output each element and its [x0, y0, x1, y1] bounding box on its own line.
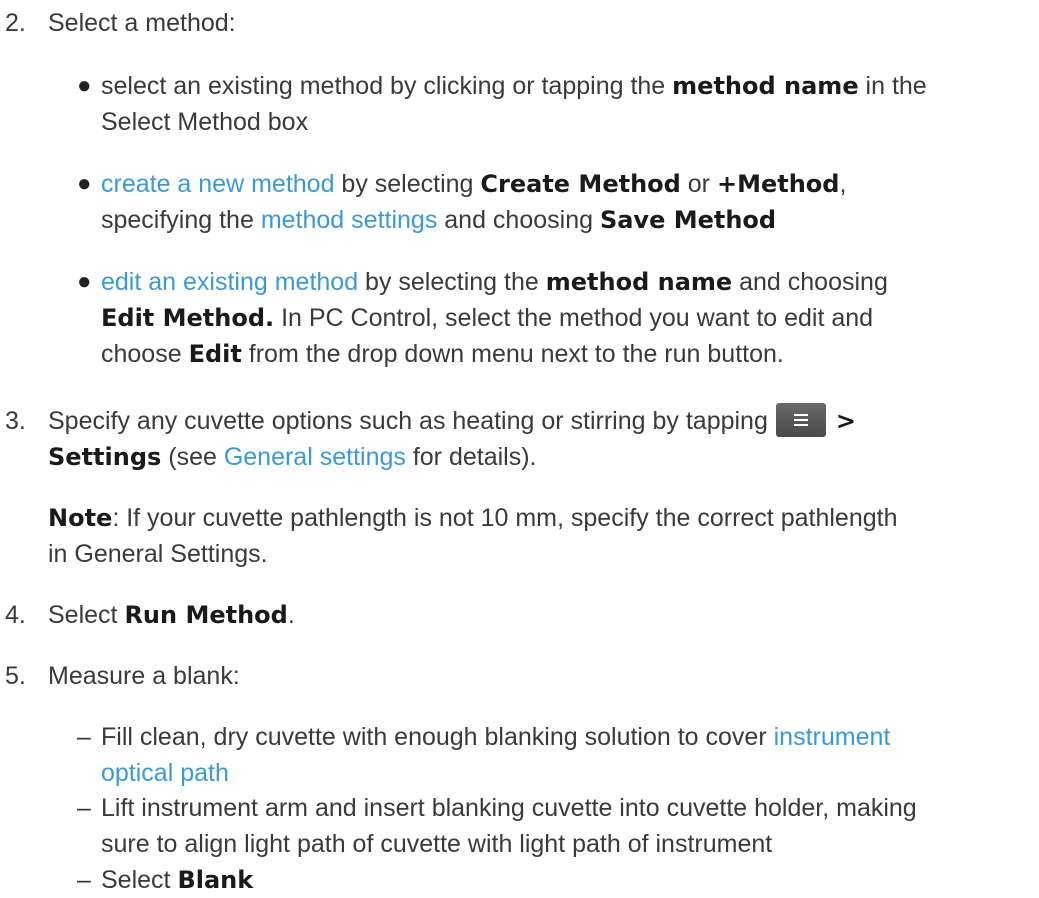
create-method-link[interactable]: create a new method: [101, 170, 334, 198]
bold-term: +Method: [716, 170, 840, 198]
note-label: Note: [48, 504, 113, 532]
text: (see: [161, 443, 224, 471]
text: ,: [839, 170, 847, 198]
note-line2: in General Settings.: [48, 540, 268, 568]
bullet-text: create a new method by selecting Create …: [101, 166, 846, 202]
dash-text-line2: sure to align light path of cuvette with…: [101, 830, 773, 858]
text: specifying the: [101, 206, 261, 234]
general-settings-link[interactable]: General settings: [224, 443, 406, 471]
step-number: 5.: [5, 662, 26, 690]
dash-icon: –: [77, 794, 91, 822]
text: .: [287, 601, 295, 629]
dash-text: Lift instrument arm and insert blanking …: [101, 794, 917, 822]
text: and choosing: [437, 206, 600, 234]
text: Select: [48, 601, 125, 629]
bold-term: method name: [545, 268, 733, 296]
note: Note: If your cuvette pathlength is not …: [48, 500, 897, 536]
text: Fill clean, dry cuvette with enough blan…: [101, 723, 774, 751]
bold-term: Blank: [177, 866, 254, 894]
step-number: 2.: [5, 9, 26, 37]
bold-term: Settings: [48, 443, 162, 471]
bullet-text: edit an existing method by selecting the…: [101, 264, 888, 300]
bullet-text-line2: Edit Method. In PC Control, select the m…: [101, 300, 873, 336]
bold-term: method name: [672, 72, 859, 100]
bold-term: Create Method: [480, 170, 681, 198]
dash-text: Select Blank: [101, 862, 253, 898]
step-text: Select Run Method.: [48, 597, 295, 633]
step-text-line2: Settings (see General settings for detai…: [48, 439, 536, 475]
step-text: Specify any cuvette options such as heat…: [48, 403, 856, 439]
bold-term: Save Method: [599, 206, 777, 234]
text: and choosing: [732, 268, 888, 296]
bullet-icon: ●: [77, 170, 92, 197]
bullet-text: select an existing method by clicking or…: [101, 68, 927, 104]
arrow-text: >: [835, 407, 856, 435]
dash-icon: –: [77, 723, 91, 751]
step-title: Select a method:: [48, 9, 236, 37]
method-settings-link[interactable]: method settings: [261, 206, 438, 234]
bold-term: Run Method: [124, 601, 288, 629]
text: : If your cuvette pathlength is not 10 m…: [112, 504, 898, 532]
instrument-optical-path-link[interactable]: optical path: [101, 759, 229, 787]
dash-text-line2: optical path: [101, 755, 229, 791]
text: in the: [858, 72, 927, 100]
bold-term: Edit: [188, 340, 242, 368]
text: choose: [101, 340, 189, 368]
bold-term: Edit Method.: [101, 304, 275, 332]
text: from the drop down menu next to the run …: [241, 340, 784, 368]
text: In PC Control, select the method you wan…: [274, 304, 874, 332]
instrument-optical-path-link[interactable]: instrument: [774, 723, 891, 751]
dash-icon: –: [77, 866, 91, 894]
bullet-text-line3: choose Edit from the drop down menu next…: [101, 336, 784, 372]
text: by selecting: [334, 170, 481, 198]
step-title: Measure a blank:: [48, 662, 240, 690]
dash-text: Fill clean, dry cuvette with enough blan…: [101, 719, 890, 755]
bullet-text-line2: specifying the method settings and choos…: [101, 202, 776, 238]
text: for details).: [405, 443, 537, 471]
text: or: [680, 170, 717, 198]
step-number: 3.: [5, 407, 26, 435]
hamburger-menu-icon[interactable]: [775, 403, 826, 438]
text: select an existing method by clicking or…: [101, 72, 673, 100]
bullet-icon: ●: [77, 72, 92, 99]
bullet-text-line2: Select Method box: [101, 108, 309, 136]
step-number: 4.: [5, 601, 26, 629]
bullet-icon: ●: [77, 268, 92, 295]
text: by selecting the: [358, 268, 546, 296]
edit-method-link[interactable]: edit an existing method: [101, 268, 358, 296]
text: Select: [101, 866, 178, 894]
text: Specify any cuvette options such as heat…: [48, 407, 768, 435]
